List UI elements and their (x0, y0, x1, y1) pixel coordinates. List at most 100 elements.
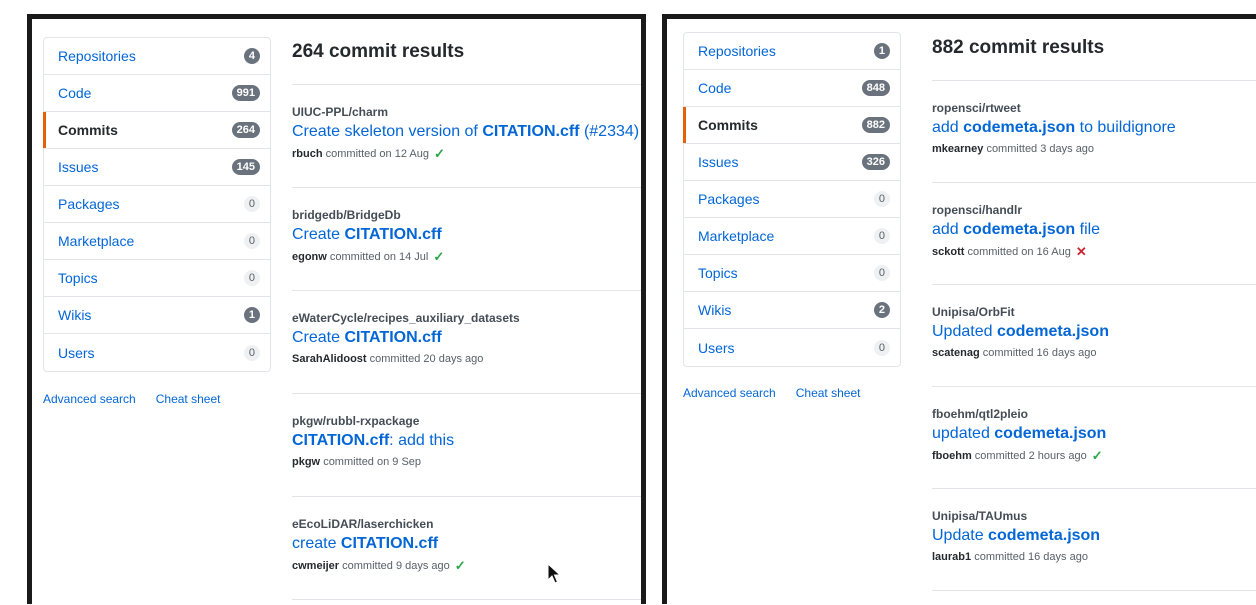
cheat-sheet-link[interactable]: Cheat sheet (796, 386, 861, 400)
author-link[interactable]: scatenag (932, 347, 980, 359)
commit-message-link[interactable]: updated codemeta.json (932, 425, 1256, 443)
counter-badge: 0 (873, 228, 890, 244)
menu-item-marketplace[interactable]: Marketplace 0 (44, 223, 270, 260)
commit-meta: sckott committed on 16 Aug ✕ (932, 245, 1256, 258)
repo-name-link[interactable]: pkgw/rubbl-rxpackage (292, 414, 641, 428)
advanced-search-link[interactable]: Advanced search (43, 392, 136, 406)
menu-item-label: Issues (58, 159, 99, 175)
commit-message-link[interactable]: add codemeta.json file (932, 221, 1256, 239)
author-link[interactable]: laurab1 (932, 551, 971, 563)
repo-name-link[interactable]: fboehm/qtl2pleio (932, 407, 1256, 421)
menu-item-label: Wikis (58, 307, 92, 323)
counter-badge: 145 (231, 159, 260, 175)
menu-item-code[interactable]: Code 991 (44, 75, 270, 112)
commit-message-link[interactable]: CITATION.cff: add this (292, 432, 641, 450)
commit-message-prefix: add (932, 119, 964, 136)
repo-name-link[interactable]: UIUC-PPL/charm (292, 105, 641, 119)
commit-meta: cwmeijer committed 9 days ago ✓ (292, 559, 641, 572)
commit-result-item: eEcoLiDAR/laserchicken create CITATION.cf… (292, 497, 641, 600)
commit-result-item: ropensci/handlr add codemeta.json file sck… (932, 183, 1256, 285)
commit-meta: egonw committed on 14 Jul ✓ (292, 250, 641, 263)
menu-item-issues[interactable]: Issues 145 (44, 149, 270, 186)
commit-message-prefix: Create (292, 226, 345, 243)
commit-message-highlight: codemeta.json (988, 527, 1101, 544)
counter-badge: 326 (861, 154, 890, 170)
commit-result-item: eWaterCycle/recipes_auxiliary_datasets Cr… (292, 291, 641, 394)
commit-time: committed on 16 Aug (967, 245, 1071, 258)
counter-badge: 991 (231, 85, 260, 101)
commit-message-link[interactable]: create CITATION.cff (292, 535, 641, 553)
counter-badge: 2 (873, 302, 890, 318)
commit-message-link[interactable]: add codemeta.json to buildignore (932, 119, 1256, 137)
counter-badge: 882 (861, 117, 890, 133)
counter-badge: 848 (861, 80, 890, 96)
menu-item-packages[interactable]: Packages 0 (44, 186, 270, 223)
menu-item-topics[interactable]: Topics 0 (44, 260, 270, 297)
x-icon[interactable]: ✕ (1076, 245, 1087, 258)
commit-message-suffix: : add this (389, 432, 455, 449)
commit-message-suffix: file (1075, 221, 1101, 238)
left-search-panel: Repositories 4 Code 991 Commits 264 Issues 1… (27, 14, 646, 604)
menu-item-label: Marketplace (698, 228, 775, 244)
commit-result-item: pkgw/rubbl-rxpackage CITATION.cff: add th… (292, 394, 641, 497)
menu-item-wikis[interactable]: Wikis 1 (44, 297, 270, 334)
author-link[interactable]: rbuch (292, 148, 323, 160)
commit-message-link[interactable]: Update codemeta.json (932, 527, 1256, 545)
commit-message-prefix: add (932, 221, 964, 238)
search-help-links: Advanced search Cheat sheet (683, 386, 860, 400)
commit-message-link[interactable]: Create CITATION.cff (292, 329, 641, 347)
menu-item-marketplace[interactable]: Marketplace 0 (684, 218, 900, 255)
author-link[interactable]: cwmeijer (292, 560, 339, 572)
advanced-search-link[interactable]: Advanced search (683, 386, 776, 400)
menu-item-label: Issues (698, 154, 739, 170)
repo-name-link[interactable]: Unipisa/OrbFit (932, 305, 1256, 319)
repo-name-link[interactable]: Unipisa/TAUmus (932, 509, 1256, 523)
commit-result-item: Unipisa/OrbFit Updated codemeta.json scate… (932, 285, 1256, 387)
mouse-cursor-icon (547, 563, 562, 584)
repo-name-link[interactable]: bridgedb/BridgeDb (292, 208, 641, 222)
menu-item-wikis[interactable]: Wikis 2 (684, 292, 900, 329)
menu-item-issues[interactable]: Issues 326 (684, 144, 900, 181)
check-icon[interactable]: ✓ (455, 559, 466, 572)
repo-name-link[interactable]: eEcoLiDAR/laserchicken (292, 517, 641, 531)
menu-item-repositories[interactable]: Repositories 1 (684, 33, 900, 70)
author-link[interactable]: SarahAlidoost (292, 353, 367, 365)
check-icon[interactable]: ✓ (1092, 449, 1103, 462)
commit-result-item: Unipisa/TAUmus Update codemeta.json laurab… (932, 489, 1256, 591)
menu-item-code[interactable]: Code 848 (684, 70, 900, 107)
repo-name-link[interactable]: ropensci/handlr (932, 203, 1256, 217)
menu-item-users[interactable]: Users 0 (684, 329, 900, 366)
commit-message-link[interactable]: Create skeleton version of CITATION.cff … (292, 123, 641, 141)
search-help-links: Advanced search Cheat sheet (43, 392, 220, 406)
menu-item-commits[interactable]: Commits 882 (683, 107, 900, 144)
cheat-sheet-link[interactable]: Cheat sheet (156, 392, 221, 406)
commit-results: 882 commit results ropensci/rtweet add co… (932, 37, 1256, 591)
menu-item-users[interactable]: Users 0 (44, 334, 270, 371)
commit-time: committed 20 days ago (369, 353, 484, 365)
commit-message-prefix: updated (932, 425, 995, 442)
author-link[interactable]: pkgw (292, 456, 320, 468)
check-icon[interactable]: ✓ (433, 250, 444, 263)
commit-message-prefix: Create skeleton version of (292, 123, 483, 140)
commit-message-link[interactable]: Updated codemeta.json (932, 323, 1256, 341)
menu-item-label: Repositories (58, 48, 136, 64)
commit-message-suffix: to buildignore (1075, 119, 1176, 136)
menu-item-commits[interactable]: Commits 264 (43, 112, 270, 149)
menu-item-packages[interactable]: Packages 0 (684, 181, 900, 218)
check-icon[interactable]: ✓ (434, 147, 445, 160)
author-link[interactable]: fboehm (932, 450, 972, 462)
repo-name-link[interactable]: eWaterCycle/recipes_auxiliary_datasets (292, 311, 641, 325)
commit-message-link[interactable]: Create CITATION.cff (292, 226, 641, 244)
author-link[interactable]: mkearney (932, 143, 983, 155)
author-link[interactable]: egonw (292, 251, 327, 263)
menu-item-label: Users (698, 339, 735, 356)
commit-time: committed 16 days ago (974, 551, 1088, 563)
author-link[interactable]: sckott (932, 246, 964, 258)
results-heading: 264 commit results (292, 41, 641, 85)
repo-name-link[interactable]: ropensci/rtweet (932, 101, 1256, 115)
menu-item-repositories[interactable]: Repositories 4 (44, 38, 270, 75)
menu-item-label: Commits (58, 122, 118, 138)
menu-item-topics[interactable]: Topics 0 (684, 255, 900, 292)
commit-message-prefix: create (292, 535, 341, 552)
commit-time: committed 16 days ago (982, 347, 1097, 359)
